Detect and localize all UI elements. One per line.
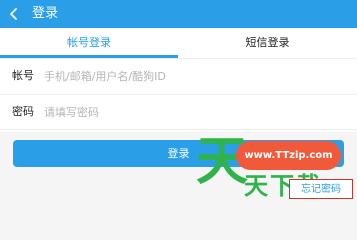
password-row: 密码 — [0, 94, 357, 130]
tab-sms-login[interactable]: 短信登录 — [178, 28, 357, 58]
password-input[interactable] — [44, 101, 344, 123]
forgot-password-link[interactable]: 忘记密码 — [289, 179, 353, 199]
chevron-left-icon[interactable] — [6, 6, 22, 22]
title-bar: 登录 — [0, 0, 357, 28]
page-title: 登录 — [32, 6, 59, 21]
login-form: 帐号 密码 — [0, 58, 357, 132]
account-row: 帐号 — [0, 58, 357, 94]
account-label: 帐号 — [12, 69, 34, 82]
watermark-url: www.TTzip.com — [236, 141, 341, 170]
login-tabs: 帐号登录 短信登录 — [0, 28, 357, 58]
account-input[interactable] — [44, 65, 344, 87]
password-label: 密码 — [12, 105, 34, 118]
tab-account-login[interactable]: 帐号登录 — [0, 28, 178, 58]
